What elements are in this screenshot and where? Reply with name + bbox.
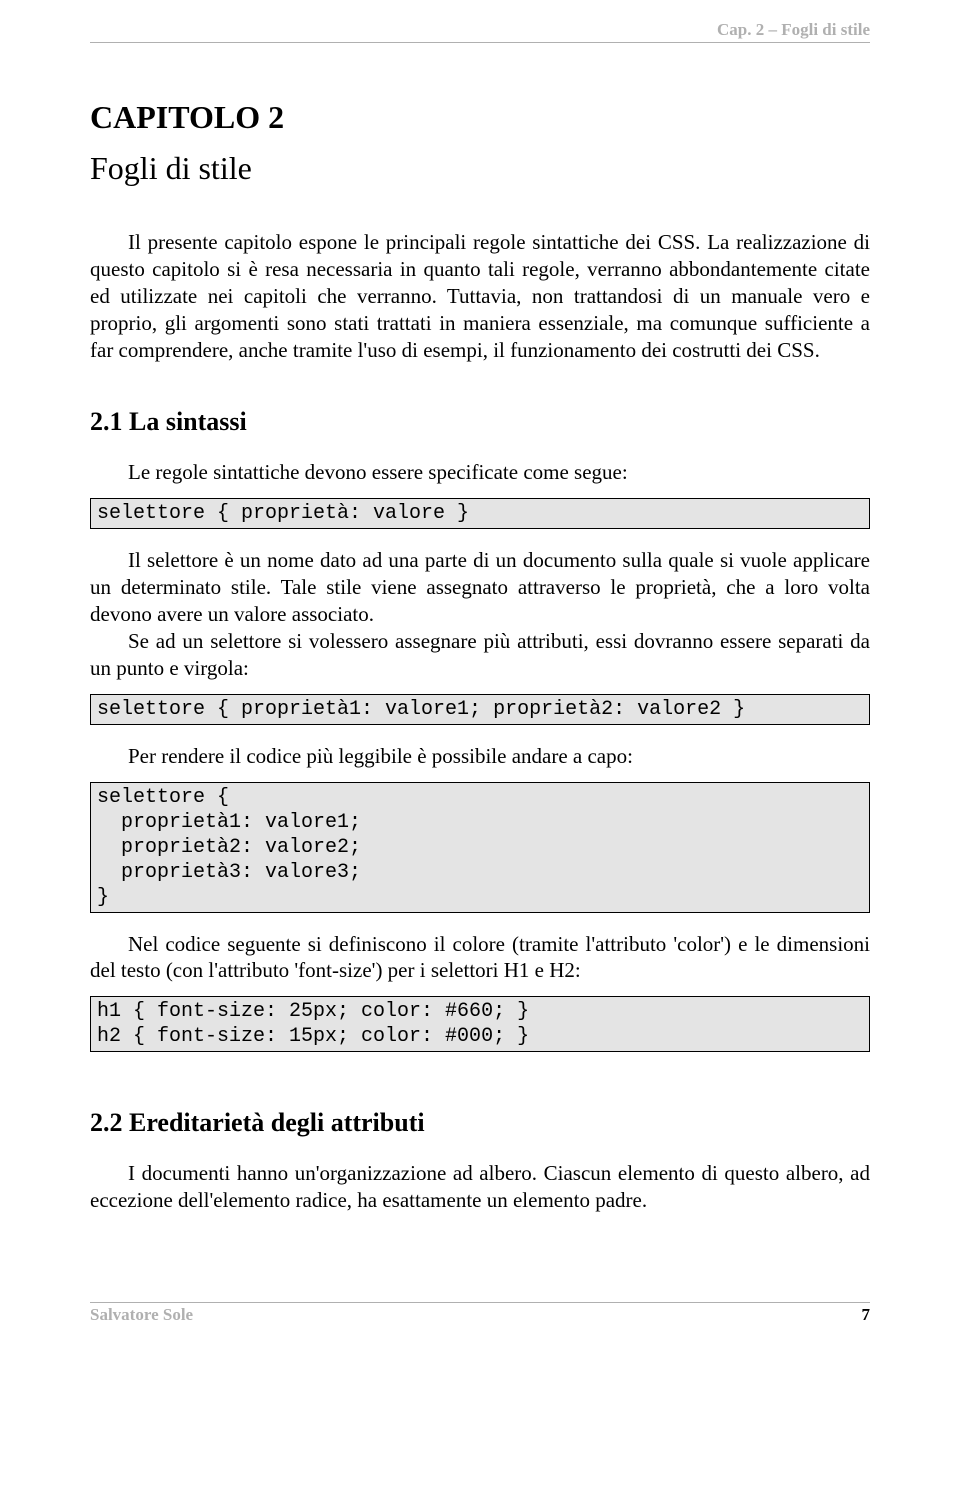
- section2-p1: I documenti hanno un'organizzazione ad a…: [90, 1160, 870, 1214]
- page-footer: Salvatore Sole 7: [90, 1302, 870, 1325]
- chapter-title: Fogli di stile: [90, 150, 870, 187]
- code-block-2: selettore { proprietà1: valore1; proprie…: [90, 694, 870, 725]
- section-heading-2-2: 2.2 Ereditarietà degli attributi: [90, 1108, 870, 1138]
- section1-p2b: Se ad un selettore si volessero assegnar…: [90, 628, 870, 682]
- section1-p1: Le regole sintattiche devono essere spec…: [90, 459, 870, 486]
- intro-paragraph: Il presente capitolo espone le principal…: [90, 229, 870, 363]
- page-container: Cap. 2 – Fogli di stile CAPITOLO 2 Fogli…: [0, 0, 960, 1345]
- footer-author: Salvatore Sole: [90, 1305, 193, 1325]
- section1-p4: Nel codice seguente si definiscono il co…: [90, 931, 870, 985]
- footer-page-number: 7: [862, 1305, 871, 1325]
- section-heading-2-1: 2.1 La sintassi: [90, 407, 870, 437]
- running-header: Cap. 2 – Fogli di stile: [90, 20, 870, 43]
- code-block-4: h1 { font-size: 25px; color: #660; } h2 …: [90, 996, 870, 1052]
- code-block-1: selettore { proprietà: valore }: [90, 498, 870, 529]
- section1-p2a: Il selettore è un nome dato ad una parte…: [90, 547, 870, 628]
- chapter-number: CAPITOLO 2: [90, 99, 870, 136]
- code-block-3: selettore { proprietà1: valore1; proprie…: [90, 782, 870, 913]
- section1-p3: Per rendere il codice più leggibile è po…: [90, 743, 870, 770]
